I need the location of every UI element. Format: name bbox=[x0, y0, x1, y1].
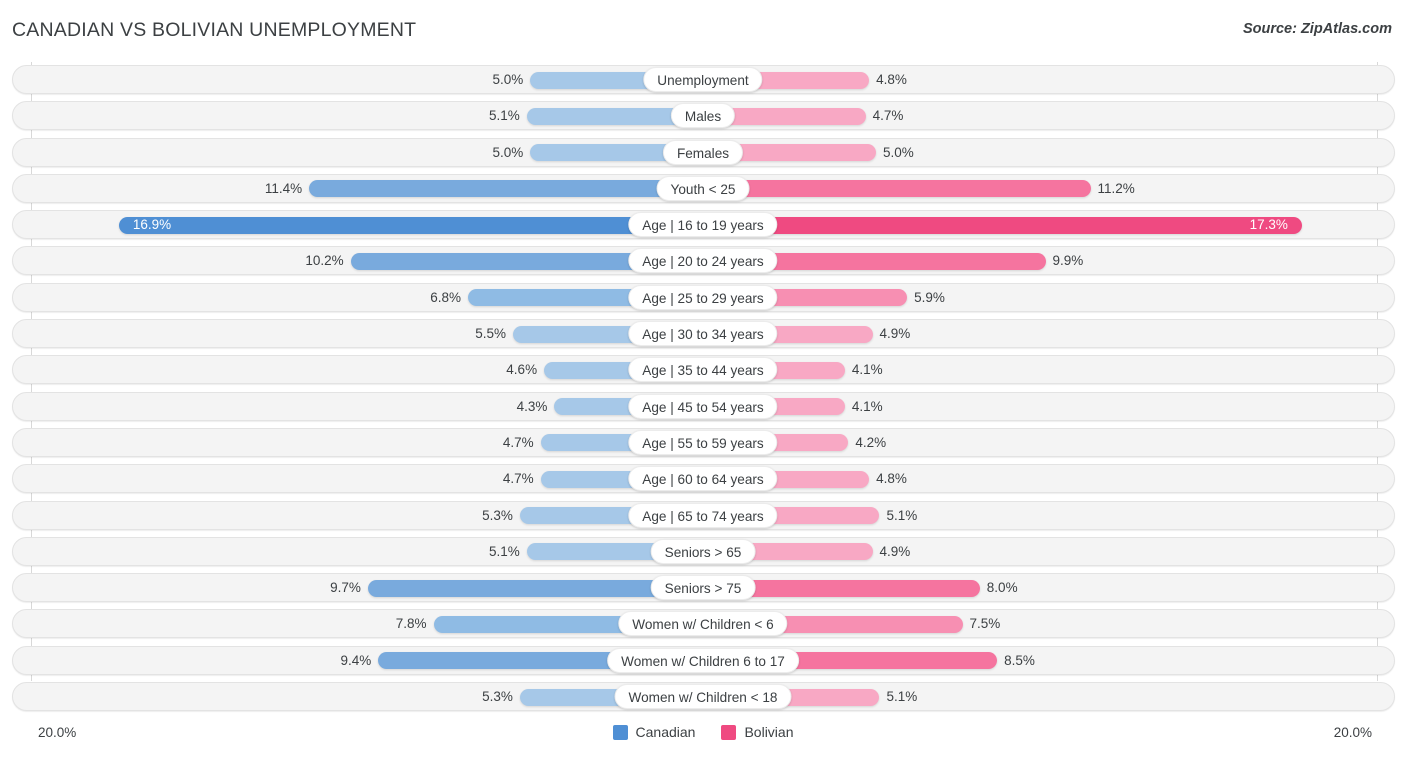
legend-label: Bolivian bbox=[744, 724, 794, 740]
chart-row[interactable]: 4.6% 4.1% Age | 35 to 44 years bbox=[0, 352, 1406, 388]
bar-value-bolivian: 4.9% bbox=[879, 326, 911, 342]
chart-footer: 20.0% 20.0% Canadian Bolivian bbox=[0, 717, 1406, 757]
bar-value-bolivian: 4.9% bbox=[879, 543, 911, 559]
chart-row[interactable]: 9.7% 8.0% Seniors > 75 bbox=[0, 570, 1406, 606]
legend-item[interactable]: Canadian bbox=[612, 724, 696, 740]
row-category-label: Age | 16 to 19 years bbox=[628, 212, 778, 238]
chart-row[interactable]: 5.3% 5.1% Age | 65 to 74 years bbox=[0, 498, 1406, 534]
bar-value-canadian: 5.0% bbox=[492, 144, 524, 160]
row-category-label: Age | 55 to 59 years bbox=[628, 429, 778, 455]
bar-value-canadian: 5.1% bbox=[489, 543, 520, 559]
bar-value-canadian: 16.9% bbox=[132, 217, 172, 233]
chart-row[interactable]: 10.2% 9.9% Age | 20 to 24 years bbox=[0, 243, 1406, 279]
bar-value-canadian: 9.7% bbox=[330, 580, 361, 596]
bar-value-canadian: 9.4% bbox=[340, 652, 372, 668]
bar-value-bolivian: 4.1% bbox=[851, 362, 883, 378]
bar-canadian[interactable] bbox=[119, 216, 703, 234]
row-category-label: Youth < 25 bbox=[656, 175, 750, 201]
chart-row[interactable]: 7.8% 7.5% Women w/ Children < 6 bbox=[0, 606, 1406, 642]
chart-row[interactable]: 16.9% 17.3% Age | 16 to 19 years bbox=[0, 207, 1406, 243]
chart-row[interactable]: 5.3% 5.1% Women w/ Children < 18 bbox=[0, 679, 1406, 715]
bar-value-canadian: 4.7% bbox=[502, 471, 534, 487]
bar-value-canadian: 10.2% bbox=[305, 253, 344, 269]
row-category-label: Seniors > 75 bbox=[650, 575, 756, 601]
chart-row[interactable]: 5.5% 4.9% Age | 30 to 34 years bbox=[0, 316, 1406, 352]
row-category-label: Age | 65 to 74 years bbox=[628, 502, 778, 528]
bar-value-bolivian: 17.3% bbox=[1249, 217, 1288, 233]
chart-row[interactable]: 4.3% 4.1% Age | 45 to 54 years bbox=[0, 389, 1406, 425]
bar-value-bolivian: 11.2% bbox=[1097, 180, 1135, 196]
bar-value-canadian: 11.4% bbox=[264, 180, 303, 196]
bar-value-canadian: 5.0% bbox=[492, 72, 524, 87]
bar-value-bolivian: 5.0% bbox=[883, 144, 914, 160]
square-swatch-icon bbox=[721, 724, 737, 740]
chart-rows: 5.0% 4.8% Unemployment 5.1% 4.7% Males 5.0% 5.0… bbox=[0, 62, 1406, 715]
chart-row[interactable]: 6.8% 5.9% Age | 25 to 29 years bbox=[0, 280, 1406, 316]
bar-value-bolivian: 5.9% bbox=[914, 289, 945, 305]
chart-row[interactable]: 4.7% 4.8% Age | 60 to 64 years bbox=[0, 461, 1406, 497]
chart-header: CANADIAN VS BOLIVIAN UNEMPLOYMENT Source… bbox=[0, 0, 1406, 62]
chart-row[interactable]: 5.0% 4.8% Unemployment bbox=[0, 62, 1406, 98]
bar-value-canadian: 4.7% bbox=[502, 434, 534, 450]
bar-value-bolivian: 5.1% bbox=[886, 507, 918, 523]
chart-row[interactable]: 11.4% 11.2% Youth < 25 bbox=[0, 171, 1406, 207]
chart-plot-area: 5.0% 4.8% Unemployment 5.1% 4.7% Males 5.0% 5.0… bbox=[0, 62, 1406, 717]
bar-value-bolivian: 7.5% bbox=[969, 616, 1001, 632]
bar-value-bolivian: 4.8% bbox=[876, 72, 907, 87]
chart-row[interactable]: 9.4% 8.5% Women w/ Children 6 to 17 bbox=[0, 643, 1406, 679]
row-category-label: Women w/ Children 6 to 17 bbox=[607, 647, 799, 673]
bar-value-canadian: 6.8% bbox=[430, 289, 462, 305]
bar-value-bolivian: 4.1% bbox=[851, 398, 883, 414]
bar-value-canadian: 5.3% bbox=[482, 507, 513, 523]
chart-row[interactable]: 5.1% 4.9% Seniors > 65 bbox=[0, 534, 1406, 570]
square-swatch-icon bbox=[612, 724, 628, 740]
chart-row[interactable]: 5.0% 5.0% Females bbox=[0, 135, 1406, 171]
bar-value-bolivian: 8.0% bbox=[986, 580, 1018, 596]
row-category-label: Seniors > 65 bbox=[650, 538, 756, 564]
bar-value-canadian: 5.1% bbox=[489, 108, 520, 124]
bar-value-canadian: 5.5% bbox=[475, 326, 506, 342]
bar-value-bolivian: 4.8% bbox=[876, 471, 907, 487]
bar-canadian[interactable] bbox=[309, 180, 703, 198]
bar-value-canadian: 4.6% bbox=[506, 362, 538, 378]
row-category-label: Males bbox=[670, 103, 736, 129]
bar-value-bolivian: 9.9% bbox=[1052, 253, 1084, 269]
row-category-label: Age | 20 to 24 years bbox=[628, 248, 778, 274]
bar-value-bolivian: 8.5% bbox=[1004, 652, 1035, 668]
row-category-label: Women w/ Children < 18 bbox=[614, 684, 792, 710]
bar-value-bolivian: 5.1% bbox=[886, 689, 918, 705]
bar-value-canadian: 5.3% bbox=[482, 689, 513, 705]
source-attribution: Source: ZipAtlas.com bbox=[1242, 21, 1392, 37]
row-category-label: Age | 60 to 64 years bbox=[628, 466, 778, 492]
row-category-label: Age | 35 to 44 years bbox=[628, 357, 778, 383]
row-category-label: Females bbox=[662, 139, 744, 165]
row-category-label: Age | 25 to 29 years bbox=[628, 284, 778, 310]
chart-row[interactable]: 5.1% 4.7% Males bbox=[0, 98, 1406, 134]
row-category-label: Unemployment bbox=[643, 67, 763, 92]
bar-bolivian[interactable] bbox=[703, 216, 1302, 234]
bar-bolivian[interactable] bbox=[703, 180, 1091, 198]
legend-item[interactable]: Bolivian bbox=[721, 724, 793, 740]
row-category-label: Women w/ Children < 6 bbox=[618, 611, 788, 637]
chart-legend: Canadian Bolivian bbox=[0, 724, 1406, 740]
legend-label: Canadian bbox=[635, 724, 696, 740]
row-category-label: Age | 30 to 34 years bbox=[628, 321, 778, 347]
bar-value-bolivian: 4.7% bbox=[872, 108, 904, 124]
chart-row[interactable]: 4.7% 4.2% Age | 55 to 59 years bbox=[0, 425, 1406, 461]
bar-value-canadian: 7.8% bbox=[395, 616, 427, 632]
row-category-label: Age | 45 to 54 years bbox=[628, 393, 778, 419]
page-title: CANADIAN VS BOLIVIAN UNEMPLOYMENT bbox=[12, 19, 417, 41]
bar-value-bolivian: 4.2% bbox=[855, 434, 887, 450]
bar-value-canadian: 4.3% bbox=[516, 398, 548, 414]
